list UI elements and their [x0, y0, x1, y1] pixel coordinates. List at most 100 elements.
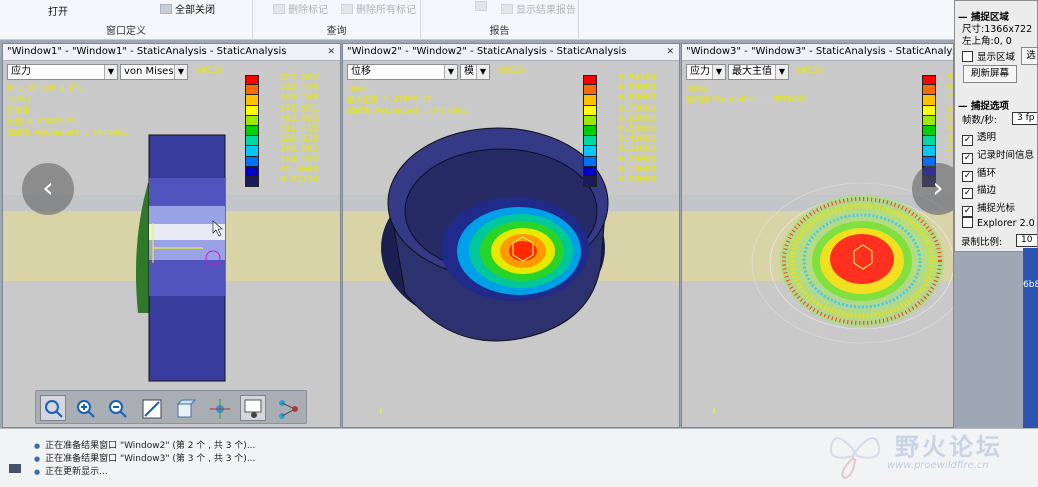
legend-swatch	[922, 136, 936, 147]
watermark-title: 野火论坛	[895, 433, 1003, 461]
legend-value: 164.582	[280, 154, 318, 165]
zoom-window-button[interactable]	[40, 395, 66, 421]
show-report-button[interactable]: 显示结果报告	[501, 1, 576, 16]
loop-row[interactable]: ✓ 循环	[962, 165, 996, 182]
select-region-button[interactable]: 选	[1021, 47, 1037, 65]
chevron-down-icon: ▼	[444, 65, 457, 79]
window-2-triad	[380, 408, 382, 413]
window-1-stress-band-1	[149, 178, 225, 206]
window-2-info-line: (mm)	[347, 84, 367, 93]
legend-value: 822.803	[280, 73, 318, 83]
refresh-screen-button[interactable]: 刷新屏幕	[963, 65, 1017, 83]
capture-cursor-checkbox[interactable]: ✓	[962, 206, 973, 217]
legend-value: 5	[946, 113, 952, 124]
fps-label: 帧数/秒:	[962, 115, 997, 126]
legend-value: 6	[946, 103, 952, 114]
chevron-down-icon: ▼	[476, 65, 489, 79]
message-area-grip-icon[interactable]	[9, 464, 21, 473]
window-1-close-icon[interactable]: ✕	[327, 44, 335, 60]
legend-value: 493.693	[280, 113, 318, 124]
window-3-quantity-select[interactable]: 应力 ▼	[686, 64, 726, 80]
legend-value: 0.50000	[618, 124, 656, 135]
transparent-checkbox[interactable]: ✓	[962, 135, 973, 146]
ribbon-group-report: 显示结果报告 报告	[421, 0, 579, 40]
legend-swatch	[922, 105, 936, 116]
window-2-component-select[interactable]: 模 ▼	[460, 64, 490, 80]
show-region-label: 显示区域	[977, 52, 1016, 63]
transparent-row[interactable]: ✓ 透明	[962, 129, 996, 146]
zoom-out-icon	[109, 400, 127, 418]
window-2-quantity-select[interactable]: 位移 ▼	[347, 64, 458, 80]
zoom-in-button[interactable]	[72, 395, 98, 421]
border-row[interactable]: ✓ 描边	[962, 182, 996, 199]
spin-center-button[interactable]	[206, 395, 232, 421]
previous-slide-button[interactable]: ‹	[22, 163, 74, 215]
window-1-title-bar[interactable]: "Window1" - "Window1" - StaticAnalysis -…	[3, 44, 340, 61]
border-checkbox[interactable]: ✓	[962, 188, 973, 199]
topleft-label: 左上角:	[962, 36, 994, 47]
refit-button[interactable]	[138, 395, 164, 421]
window-1-viewport[interactable]: 第 5 阶 (共 8 阶) (kPa) 已变形 比例 4.1904E+01 载荷…	[3, 73, 340, 427]
capture-settings-panel: — 捕捉区域 尺寸:1366x722 左上角:0, 0 显示区域 选 刷新屏幕 …	[954, 0, 1038, 252]
record-time-row[interactable]: ✓ 记录时间信息	[962, 147, 1034, 164]
legend-swatch	[922, 115, 936, 126]
ratio-label: 录制比例:	[961, 237, 1003, 248]
forum-watermark: 野火论坛 www.proewildfire.cn	[825, 420, 1035, 484]
window-1-quantity-select[interactable]: 应力 ▼	[7, 64, 118, 80]
delete-marker-button[interactable]: 删除标记	[273, 1, 328, 16]
explorer-label: Explorer 2.0 3	[977, 218, 1038, 229]
show-region-row[interactable]: 显示区域	[962, 49, 1015, 63]
close-all-button[interactable]: 全部关闭	[160, 1, 215, 16]
capture-cursor-row[interactable]: ✓ 捕捉光标	[962, 200, 1015, 217]
legend-value: 2	[946, 144, 952, 155]
window-1-info-line: 已变形	[7, 106, 31, 115]
datum-display-button[interactable]	[274, 395, 300, 421]
window-2-close-icon[interactable]: ✕	[666, 44, 674, 60]
display-style-button[interactable]	[240, 395, 266, 421]
show-region-checkbox[interactable]	[962, 51, 973, 62]
window-2-title-bar[interactable]: "Window2" - "Window2" - StaticAnalysis -…	[343, 44, 679, 61]
legend-value: 0.30000	[618, 144, 656, 155]
explorer-row[interactable]: Explorer 2.0 3	[962, 217, 1038, 229]
window-3-contour-red	[830, 234, 894, 284]
markers-icon	[341, 4, 353, 14]
result-window-1[interactable]: "Window1" - "Window1" - StaticAnalysis -…	[2, 43, 341, 428]
window-3-title-bar[interactable]: "Window3" - "Window3" - StaticAnalysis -…	[682, 44, 953, 61]
window-3-component-select[interactable]: 最大主值 ▼	[728, 64, 789, 80]
ratio-input[interactable]: 10	[1016, 234, 1037, 247]
fps-input[interactable]: 3 fp	[1012, 112, 1037, 125]
cube-icon	[176, 399, 197, 418]
loop-checkbox[interactable]: ✓	[962, 171, 973, 182]
result-window-3[interactable]: "Window3" - "Window3" - StaticAnalysis -…	[681, 43, 954, 428]
record-time-checkbox[interactable]: ✓	[962, 153, 973, 164]
legend-value: 658.248	[280, 93, 318, 104]
result-window-2[interactable]: "Window2" - "Window2" - StaticAnalysis -…	[342, 43, 680, 428]
report-icon-button[interactable]	[475, 1, 490, 13]
window-1-legend-values: 822.803 740.526 658.248 575.971 493.693 411.4…	[265, 73, 318, 185]
delete-all-markers-button[interactable]: 删除所有标记	[341, 1, 416, 16]
window-2-viewport[interactable]: (mm) 最大位移 9.4786E-01 载荷集:MyLoadSet : PRT…	[343, 73, 679, 427]
window-2-quantity-value: 位移	[351, 66, 371, 77]
group-title-window-def: 窗口定义	[106, 26, 146, 37]
window-1-wcs-label: (WCS)	[196, 66, 224, 76]
legend-value: 0.00000	[618, 175, 656, 186]
window-2-info-line: 最大位移 9.4786E-01	[347, 95, 432, 104]
legend-swatch	[583, 115, 597, 126]
close-all-label: 全部关闭	[175, 5, 215, 16]
ratio-row: 录制比例:	[961, 234, 1002, 248]
window-3-viewport[interactable]: (kPa) 载荷集:MyLoadSet : PRT0001 987654321-…	[682, 73, 953, 427]
open-button[interactable]: 打开	[48, 3, 68, 18]
window-1-title: "Window1" - "Window1" - StaticAnalysis -…	[7, 46, 287, 57]
legend-swatch	[245, 146, 259, 157]
zoom-out-button[interactable]	[104, 395, 130, 421]
status-message: 正在准备结果窗口 "Window3" (第 3 个 , 共 3 个)...	[34, 451, 255, 464]
border-label: 描边	[977, 185, 997, 196]
explorer-checkbox[interactable]	[962, 217, 973, 228]
legend-value: 0.70000	[618, 103, 656, 114]
group-title-report: 报告	[489, 26, 510, 37]
window-1-component-select[interactable]: von Mises ▼	[120, 64, 188, 80]
saved-views-button[interactable]	[172, 395, 198, 421]
view-toolbar	[35, 390, 307, 424]
topleft-value: 0, 0	[993, 36, 1012, 47]
legend-swatch	[583, 136, 597, 147]
